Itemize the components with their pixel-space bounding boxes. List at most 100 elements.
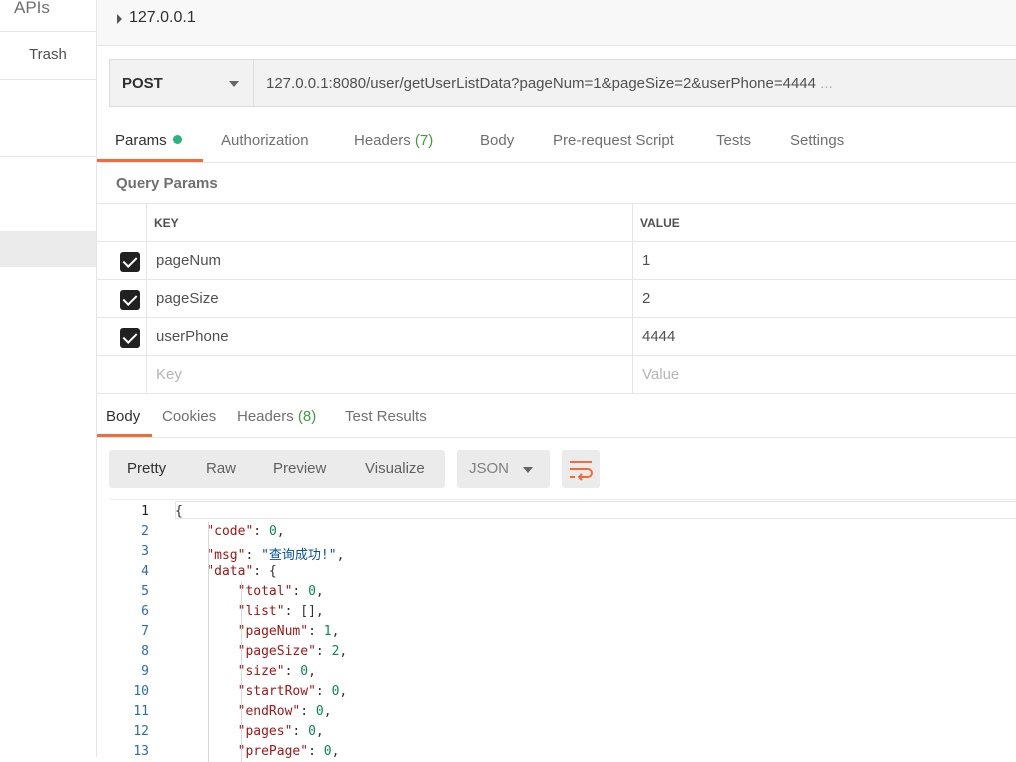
code-line: 4 "data": { (109, 562, 1016, 582)
url-value: 127.0.0.1:8080/user/getUserListData?page… (266, 75, 816, 92)
code-text: "pageNum": 1, (237, 624, 340, 639)
code-line: 8 "pageSize": 2, (109, 642, 1016, 662)
param-key: pageNum (156, 252, 222, 269)
code-line: 6 "list": [], (109, 602, 1016, 622)
param-value-cell[interactable]: 4444 (633, 318, 1016, 355)
format-label: JSON (469, 460, 510, 477)
checkbox-cell (97, 280, 147, 317)
sidebar: APIs Trash (0, 0, 97, 757)
tab-body-label: Body (480, 132, 515, 149)
checkbox-column-header (97, 204, 147, 241)
request-header: 127.0.0.1 (97, 0, 1016, 46)
request-name[interactable]: 127.0.0.1 (129, 9, 196, 27)
tab-tests[interactable]: Tests (716, 132, 751, 149)
tab-response-body[interactable]: Body (106, 408, 140, 425)
tab-response-headers-count: (8) (297, 408, 317, 425)
line-number: 11 (133, 704, 149, 719)
line-number: 8 (141, 644, 149, 659)
code-line: 9 "size": 0, (109, 662, 1016, 682)
param-key-cell[interactable]: pageNum (147, 242, 633, 279)
table-row: pageSize 2 (97, 279, 1016, 317)
url-input[interactable]: 127.0.0.1:8080/user/getUserListData?page… (266, 75, 1006, 92)
param-value: 4444 (642, 328, 676, 345)
param-value-cell[interactable]: 1 (633, 242, 1016, 279)
visualize-button[interactable]: Visualize (365, 460, 425, 477)
value-header: VALUE (640, 216, 680, 230)
tab-response-headers[interactable]: Headers (8) (237, 408, 316, 425)
code-text: "endRow": 0, (237, 704, 332, 719)
tab-test-results[interactable]: Test Results (345, 408, 427, 425)
format-select[interactable]: JSON (457, 450, 550, 488)
raw-button[interactable]: Raw (206, 460, 236, 477)
code-line: 11 "endRow": 0, (109, 702, 1016, 722)
param-value-cell[interactable]: 2 (633, 280, 1016, 317)
divider (0, 31, 96, 32)
param-value: 2 (642, 290, 651, 307)
param-checkbox[interactable] (120, 328, 140, 348)
tab-params[interactable]: Params (115, 132, 182, 149)
code-line: 2 "code": 0, (109, 522, 1016, 542)
code-line: 3 "msg": "查询成功!", (109, 542, 1016, 563)
code-line: 7 "pageNum": 1, (109, 622, 1016, 642)
sidebar-selected-item[interactable] (0, 231, 96, 267)
tab-pre-request-script[interactable]: Pre-request Script (553, 132, 674, 149)
tab-settings[interactable]: Settings (790, 132, 844, 149)
method-select[interactable]: POST (110, 60, 254, 106)
chevron-down-icon (523, 467, 533, 473)
key-placeholder: Key (156, 366, 182, 383)
caret-right-icon[interactable] (117, 14, 122, 24)
key-header: KEY (154, 216, 179, 230)
code-text: "data": { (206, 564, 277, 579)
url-overflow: ... (820, 75, 833, 92)
params-table: KEY VALUE pageNum 1 pageSize 2 userPhone… (97, 203, 1016, 394)
tab-pre-request-script-label: Pre-request Script (553, 132, 674, 149)
tab-cookies-label: Cookies (162, 408, 217, 425)
param-key: pageSize (156, 290, 219, 307)
table-row-new: Key Value (97, 355, 1016, 394)
divider (0, 79, 96, 80)
table-header-row: KEY VALUE (97, 203, 1016, 241)
key-column-header: KEY (147, 204, 633, 241)
checkbox-cell (97, 318, 147, 355)
code-text: { (175, 504, 183, 519)
param-checkbox[interactable] (120, 290, 140, 310)
indent-guide (208, 522, 209, 762)
tab-test-results-label: Test Results (345, 408, 427, 425)
response-tabs: Body Cookies Headers (8) Test Results (97, 396, 1016, 438)
tab-response-body-label: Body (106, 408, 141, 425)
divider (0, 156, 96, 157)
pretty-button[interactable]: Pretty (127, 460, 166, 477)
param-key-cell[interactable]: userPhone (147, 318, 633, 355)
param-checkbox[interactable] (120, 252, 140, 272)
sidebar-item-apis[interactable]: APIs (14, 0, 50, 18)
line-number: 6 (141, 604, 149, 619)
response-body-editor[interactable]: 1{2 "code": 0, 3 "msg": "查询成功!", 4 "data":… (109, 499, 1016, 762)
tab-tests-label: Tests (716, 132, 752, 149)
line-number: 10 (133, 684, 149, 699)
line-number: 9 (141, 664, 149, 679)
code-text: "list": [], (237, 604, 324, 619)
param-key-cell[interactable]: pageSize (147, 280, 633, 317)
url-bar: POST 127.0.0.1:8080/user/getUserListData… (109, 59, 1016, 107)
param-value: 1 (642, 252, 651, 269)
new-value-field[interactable]: Value (633, 356, 1016, 393)
line-number: 5 (141, 584, 149, 599)
tab-headers[interactable]: Headers (7) (354, 132, 433, 149)
code-text: "size": 0, (237, 664, 316, 679)
sidebar-item-trash[interactable]: Trash (29, 46, 67, 63)
wrap-lines-button[interactable] (562, 450, 600, 488)
active-tab-indicator (97, 434, 152, 437)
line-number: 2 (141, 524, 149, 539)
checkbox-cell (97, 242, 147, 279)
tab-settings-label: Settings (790, 132, 845, 149)
preview-button[interactable]: Preview (273, 460, 326, 477)
tab-body[interactable]: Body (480, 132, 514, 149)
tab-cookies[interactable]: Cookies (162, 408, 216, 425)
tab-authorization[interactable]: Authorization (221, 132, 309, 149)
tab-headers-count: (7) (414, 132, 434, 149)
request-tabs: Params Authorization Headers (7) Body Pr… (97, 122, 1016, 163)
line-number: 3 (141, 544, 149, 559)
new-key-field[interactable]: Key (147, 356, 633, 393)
tab-params-label: Params (115, 132, 167, 149)
code-text: "pages": 0, (237, 724, 324, 739)
